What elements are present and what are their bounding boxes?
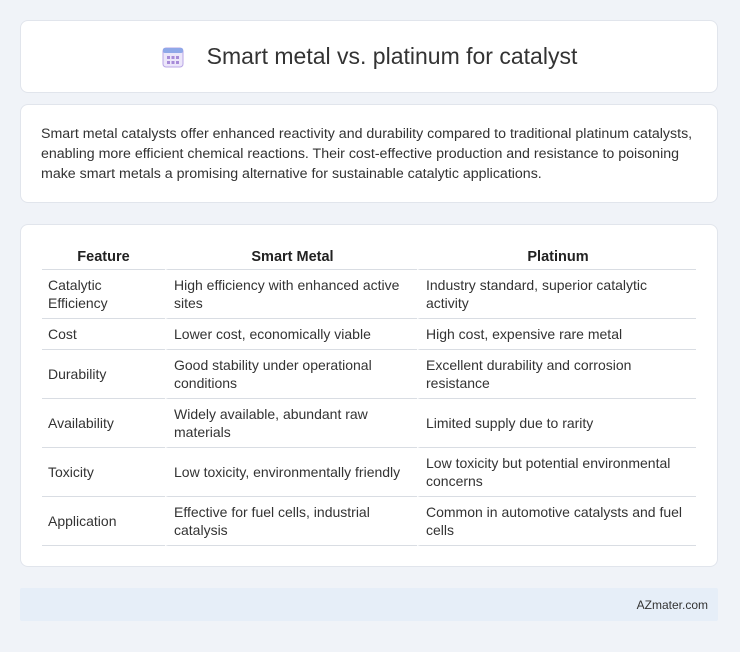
table-row: Application Effective for fuel cells, in…	[42, 497, 696, 546]
table-row: Catalytic Efficiency High efficiency wit…	[42, 270, 696, 319]
platinum-cell: High cost, expensive rare metal	[417, 319, 696, 350]
column-header-platinum: Platinum	[417, 245, 696, 270]
smart-metal-cell: Effective for fuel cells, industrial cat…	[165, 497, 417, 546]
calendar-icon	[161, 45, 185, 69]
smart-metal-cell: Widely available, abundant raw materials	[165, 399, 417, 448]
smart-metal-cell: Lower cost, economically viable	[165, 319, 417, 350]
feature-cell: Availability	[42, 399, 165, 448]
table-row: Availability Widely available, abundant …	[42, 399, 696, 448]
platinum-cell: Limited supply due to rarity	[417, 399, 696, 448]
platinum-cell: Low toxicity but potential environmental…	[417, 448, 696, 497]
intro-card: Smart metal catalysts offer enhanced rea…	[20, 104, 718, 203]
table-row: Toxicity Low toxicity, environmentally f…	[42, 448, 696, 497]
table-header-row: Feature Smart Metal Platinum	[42, 245, 696, 270]
column-header-feature: Feature	[42, 245, 165, 270]
comparison-table: Feature Smart Metal Platinum Catalytic E…	[42, 245, 696, 546]
platinum-cell: Common in automotive catalysts and fuel …	[417, 497, 696, 546]
feature-cell: Toxicity	[42, 448, 165, 497]
feature-cell: Cost	[42, 319, 165, 350]
platinum-cell: Excellent durability and corrosion resis…	[417, 350, 696, 399]
column-header-smart-metal: Smart Metal	[165, 245, 417, 270]
table-row: Durability Good stability under operatio…	[42, 350, 696, 399]
smart-metal-cell: High efficiency with enhanced active sit…	[165, 270, 417, 319]
page-title: Smart metal vs. platinum for catalyst	[206, 43, 578, 69]
platinum-cell: Industry standard, superior catalytic ac…	[417, 270, 696, 319]
table-row: Cost Lower cost, economically viable Hig…	[42, 319, 696, 350]
footer-site-link[interactable]: AZmater.com	[637, 598, 708, 612]
feature-cell: Catalytic Efficiency	[42, 270, 165, 319]
smart-metal-cell: Good stability under operational conditi…	[165, 350, 417, 399]
comparison-card: Feature Smart Metal Platinum Catalytic E…	[20, 224, 718, 567]
intro-text: Smart metal catalysts offer enhanced rea…	[41, 126, 693, 182]
smart-metal-cell: Low toxicity, environmentally friendly	[165, 448, 417, 497]
footer: AZmater.com	[20, 588, 718, 621]
feature-cell: Application	[42, 497, 165, 546]
feature-cell: Durability	[42, 350, 165, 399]
title-card: Smart metal vs. platinum for catalyst	[20, 20, 718, 93]
